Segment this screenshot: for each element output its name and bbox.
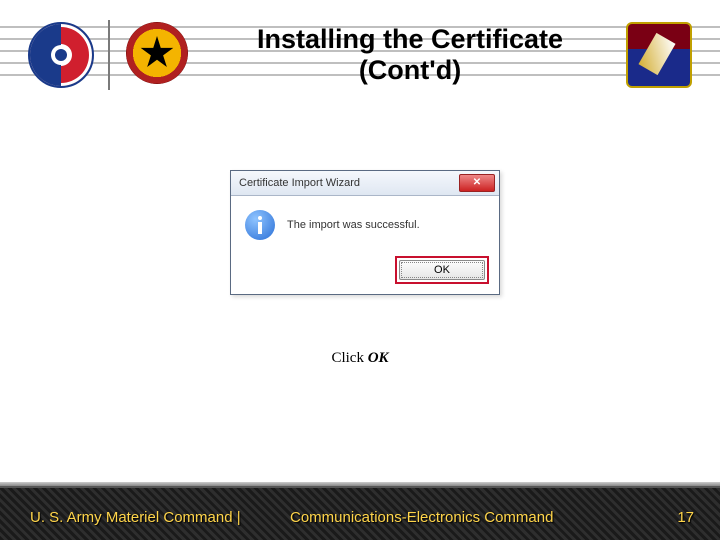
slide-footer: U. S. Army Materiel Command | Communicat… — [0, 486, 720, 540]
certificate-import-dialog: Certificate Import Wizard ✕ The import w… — [230, 170, 500, 295]
slide: Installing the Certificate (Cont'd) Cert… — [0, 0, 720, 540]
header-divider — [108, 20, 110, 90]
dialog-footer: OK — [231, 250, 499, 294]
page-number: 17 — [677, 509, 694, 526]
ok-button[interactable]: OK — [399, 260, 485, 280]
dialog-message: The import was successful. — [287, 219, 420, 231]
footer-mid: Communications-Electronics Command — [290, 509, 553, 526]
caption-action: OK — [368, 350, 389, 366]
footer-left: U. S. Army Materiel Command | — [30, 509, 241, 526]
slide-title: Installing the Certificate (Cont'd) — [210, 24, 610, 86]
caption-prefix: Click — [331, 350, 367, 366]
info-icon — [245, 210, 275, 240]
ok-highlight: OK — [395, 256, 489, 284]
unit-crest-icon — [626, 22, 692, 88]
instruction-caption: Click OK — [0, 350, 720, 367]
close-button[interactable]: ✕ — [459, 174, 495, 192]
dialog-title: Certificate Import Wizard — [239, 177, 459, 189]
dialog-body: The import was successful. — [231, 196, 499, 250]
amc-shield-icon — [28, 22, 94, 88]
star-emblem-icon — [126, 22, 188, 84]
dialog-titlebar: Certificate Import Wizard ✕ — [231, 171, 499, 196]
